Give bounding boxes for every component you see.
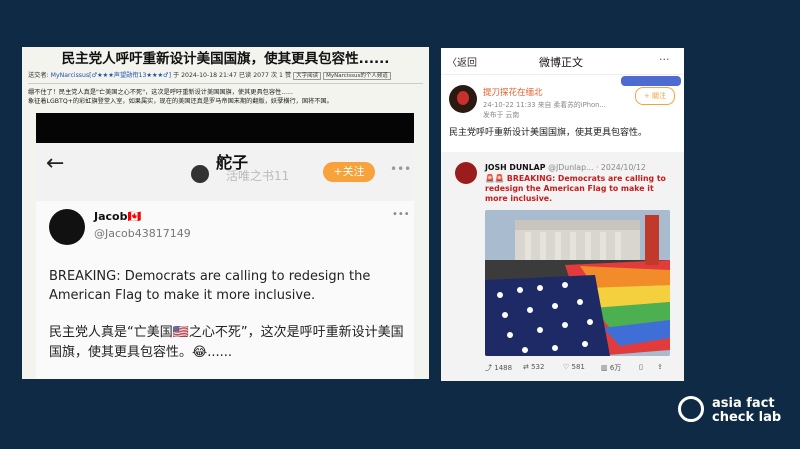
views-action: ▥ 6万: [601, 364, 622, 372]
black-bar: [36, 113, 414, 143]
tweet-handle: @JDunlap... · 2024/10/12: [548, 163, 646, 172]
logo-line2: check lab: [712, 410, 782, 425]
siren-icons: 🚨🚨: [485, 174, 505, 183]
phone-header: ← 舵子 活唯之书11 +关注 •••: [36, 143, 414, 191]
asia-fact-check-lab-logo: asia fact check lab: [678, 394, 794, 430]
upload-icon[interactable]: ⇪: [657, 363, 663, 371]
user-avatar[interactable]: [449, 85, 477, 113]
quoted-tweet: Jacob🇨🇦 @Jacob43817149 ••• BREAKING: Dem…: [36, 201, 414, 379]
forum-meta: 送交者: MyNarcissus[♂★★★声望勋衔13★★★♂] 于 2024-…: [28, 70, 423, 80]
embedded-screenshot: ← 舵子 活唯之书11 +关注 ••• Jacob🇨🇦 @Jacob438171…: [36, 113, 414, 379]
bookmark-icon[interactable]: ▯: [639, 363, 643, 371]
action-bar: ⤴ 1488 ⇄ 532 ♡ 581 ▥ 6万 ▯ ⇪: [441, 360, 684, 380]
post-caption: 民主党人真是“亡美国🇺🇸之心不死”，这次是呼吁重新设计美国国旗，使其更具包容性。…: [49, 325, 404, 360]
flag-photo[interactable]: [485, 210, 670, 356]
tweet-more-icon[interactable]: •••: [392, 209, 410, 220]
body-line: 象征着LGBTQ+的彩虹旗登堂入室，如果属实，现在的美国还真是罗马帝国末期的翻版…: [28, 98, 333, 105]
weibo-screenshot: 〈返回 微博正文 ··· 提刀探花在缅北 24-10-22 11:33 来自 柔…: [441, 48, 684, 381]
follow-button[interactable]: + 關注: [635, 87, 675, 105]
forum-body: 绷不住了！民主党人真是"亡美国之心不死"，这次是呼吁重新设计美国国旗，使其更具包…: [28, 88, 423, 106]
tweet-text-bold: BREAKING: Democrats are calling to redes…: [485, 174, 666, 203]
forum-screenshot: 民主党人呼吁重新设计美国国旗，使其更具包容性...... 送交者: MyNarc…: [22, 47, 429, 379]
personal-channel-button[interactable]: MyNarcissus的个人频道: [323, 72, 391, 80]
more-icon[interactable]: ···: [659, 53, 670, 66]
post-text: 民主党呼吁重新设计美国国旗，使其更具包容性。: [449, 128, 648, 138]
repost-action[interactable]: ⇄ 532: [523, 363, 544, 371]
user-name[interactable]: 提刀探花在缅北: [483, 86, 543, 98]
sender-link[interactable]: MyNarcissus[♂★★★声望勋衔13★★★♂]: [51, 72, 171, 79]
page-title: 微博正文: [539, 56, 583, 69]
body-line: 绷不住了！民主党人真是"亡美国之心不死"，这次是呼吁重新设计美国国旗，使其更具包…: [28, 89, 293, 96]
tweet-handle: @Jacob43817149: [94, 227, 191, 240]
forum-title: 民主党人呼吁重新设计美国国旗，使其更具包容性......: [61, 51, 390, 67]
views-count: 6万: [609, 364, 622, 372]
repost-count: 532: [531, 363, 545, 371]
logo-line1: asia fact: [712, 396, 775, 411]
post-date: 于 2024-10-18 21:47 已读 2077 次 1 赞: [172, 72, 292, 79]
weibo-header: 〈返回 微博正文 ···: [441, 48, 684, 75]
badge-banner: [621, 76, 681, 86]
watermark: 活唯之书11: [226, 169, 290, 183]
divider: [28, 83, 423, 84]
share-action[interactable]: ⤴ 1488: [485, 363, 512, 373]
tweet-text: BREAKING: Democrats are calling to redes…: [49, 269, 371, 303]
like-count: 581: [571, 363, 585, 371]
post-location: 发布于 云南: [483, 111, 520, 119]
tweet-author: Jacob🇨🇦: [94, 210, 142, 223]
follow-button[interactable]: +关注: [323, 162, 375, 182]
tweet-avatar: [49, 209, 85, 245]
flag-photo-image: [485, 210, 670, 356]
back-arrow-icon[interactable]: ←: [46, 151, 64, 176]
share-count: 1488: [494, 364, 513, 372]
avatar: [191, 165, 209, 183]
more-icon[interactable]: •••: [390, 162, 411, 176]
tweet-avatar: [455, 162, 477, 184]
like-action[interactable]: ♡ 581: [563, 363, 585, 371]
tweet-text: 🚨🚨 BREAKING: Democrats are calling to re…: [485, 174, 675, 204]
large-font-button[interactable]: 大字阅读: [293, 72, 322, 80]
weibo-user: 提刀探花在缅北 24-10-22 11:33 来自 柔着苏的iPhon... 发…: [441, 75, 684, 125]
quoted-tweet: JOSH DUNLAP @JDunlap... · 2024/10/12 🚨🚨 …: [441, 152, 684, 381]
tweet-author: JOSH DUNLAP: [485, 163, 546, 172]
back-button[interactable]: 〈返回: [447, 54, 477, 69]
logo-mark-icon: [678, 396, 704, 422]
post-date: 24-10-22 11:33 来自 柔着苏的iPhon...: [483, 101, 606, 109]
tweet-author-line: JOSH DUNLAP @JDunlap... · 2024/10/12: [485, 163, 646, 172]
rose-icon: [457, 91, 469, 105]
phone-screen: ← 舵子 活唯之书11 +关注 ••• Jacob🇨🇦 @Jacob438171…: [36, 143, 414, 379]
forum-header: 民主党人呼吁重新设计美国国旗，使其更具包容性...... 送交者: MyNarc…: [22, 47, 429, 106]
sender-label: 送交者:: [28, 72, 49, 79]
